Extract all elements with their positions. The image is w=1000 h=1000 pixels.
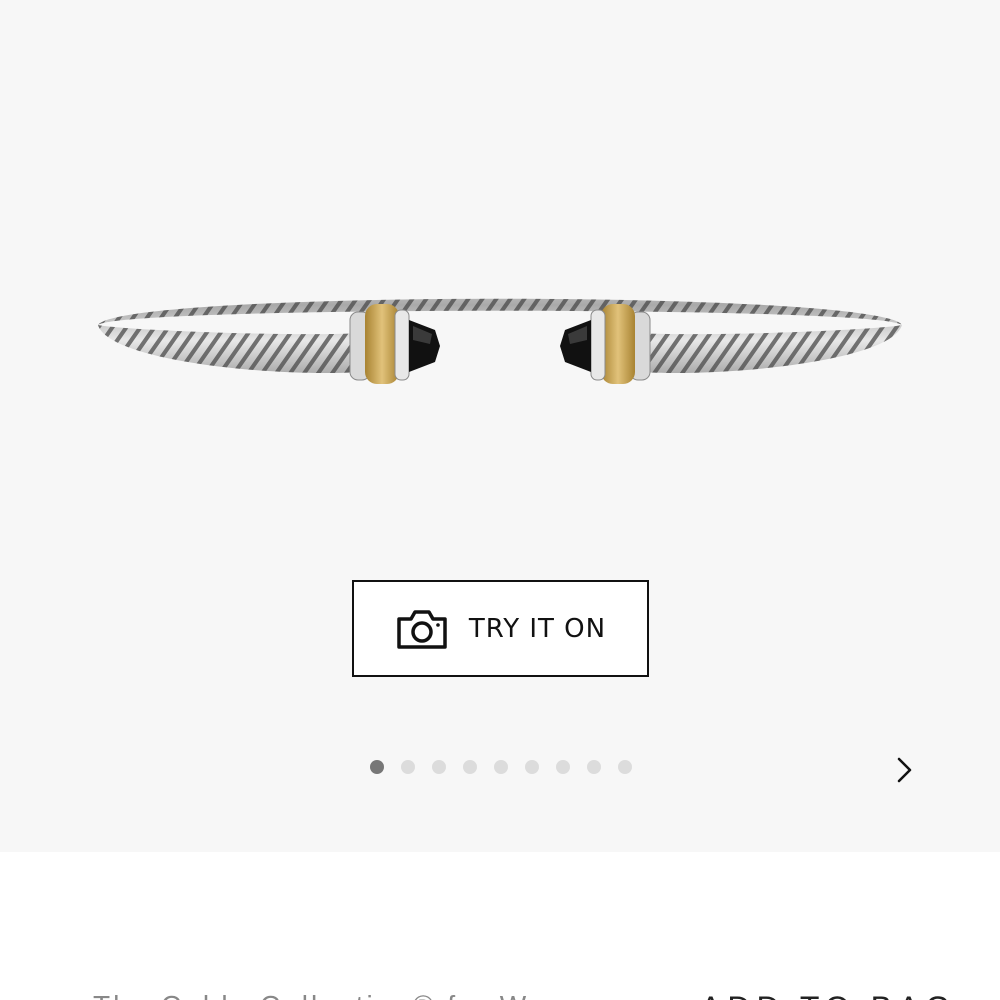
camera-icon <box>395 607 449 651</box>
carousel-dot[interactable] <box>556 760 570 774</box>
carousel-dot[interactable] <box>463 760 477 774</box>
carousel-dot[interactable] <box>432 760 446 774</box>
product-image <box>98 298 902 384</box>
try-it-on-button[interactable]: TRY IT ON <box>352 580 649 677</box>
carousel-dots <box>370 760 632 774</box>
carousel-dot[interactable] <box>494 760 508 774</box>
carousel-dot[interactable] <box>618 760 632 774</box>
carousel-dot[interactable] <box>401 760 415 774</box>
chevron-right-icon[interactable] <box>890 755 920 785</box>
add-to-bag-button[interactable]: ADD TO BAG <box>700 990 956 1000</box>
product-gallery[interactable]: TRY IT ON <box>0 0 1000 852</box>
product-name: The Cable Collection® for Women <box>93 990 611 1000</box>
carousel-dot[interactable] <box>525 760 539 774</box>
try-it-on-label: TRY IT ON <box>468 613 607 644</box>
product-info-row: The Cable Collection® for Women ADD TO B… <box>0 986 1000 1000</box>
carousel-dot[interactable] <box>370 760 384 774</box>
carousel-dot[interactable] <box>587 760 601 774</box>
